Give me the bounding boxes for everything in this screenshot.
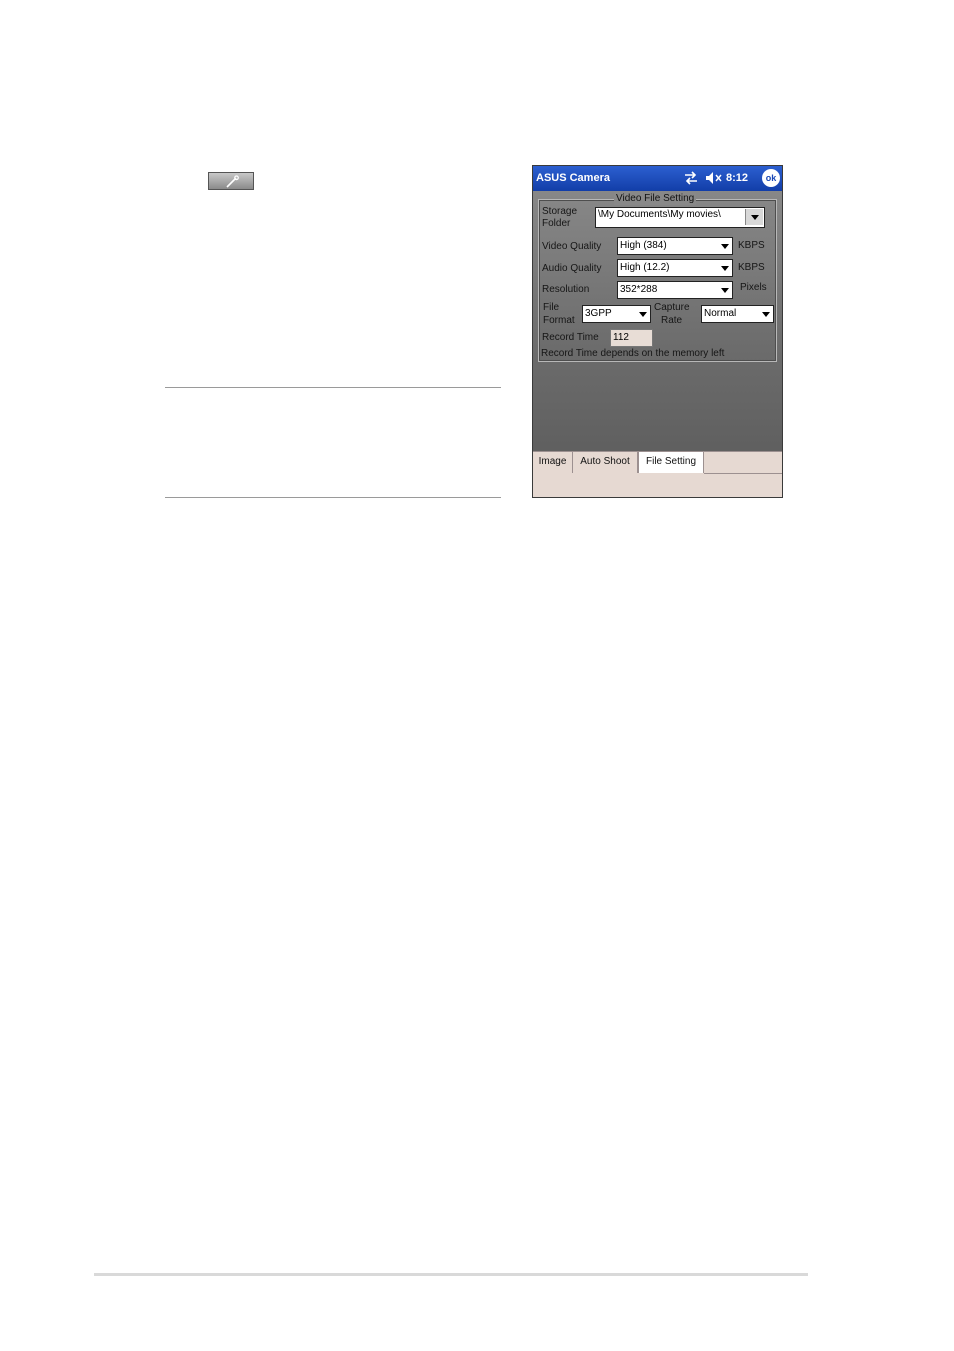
ok-button[interactable]: ok [762, 169, 780, 187]
capture-rate-label-line2: Rate [661, 315, 683, 326]
sync-icon[interactable] [683, 171, 699, 188]
chevron-down-icon [639, 312, 647, 317]
tab-bar: Image Auto Shoot File Setting [533, 451, 782, 497]
record-time-field: 112 [610, 329, 653, 347]
tab-auto-shoot[interactable]: Auto Shoot [573, 452, 638, 473]
tab-image[interactable]: Image [533, 452, 573, 473]
resolution-unit: Pixels [740, 282, 767, 293]
tab-baseline [704, 473, 782, 474]
chevron-down-icon [721, 244, 729, 249]
capture-rate-label-line1: Capture [654, 302, 690, 313]
video-quality-unit: KBPS [738, 240, 765, 251]
storage-folder-value: \My Documents\My movies\ [598, 209, 721, 220]
pocket-pc-screen: ASUS Camera 8:12 ok Video File Setting S… [532, 165, 783, 498]
resolution-value: 352*288 [620, 284, 658, 295]
file-format-label-line2: Format [543, 315, 575, 326]
chevron-down-icon [721, 288, 729, 293]
audio-quality-label: Audio Quality [542, 263, 602, 274]
file-format-select[interactable]: 3GPP [582, 305, 651, 323]
video-quality-value: High (384) [620, 240, 667, 251]
section-rule-top [165, 387, 501, 388]
storage-folder-dropdown-button[interactable] [745, 209, 763, 225]
file-format-label-line1: File [543, 302, 560, 313]
video-quality-select[interactable]: High (384) [617, 237, 733, 255]
storage-folder-select[interactable]: \My Documents\My movies\ [595, 207, 765, 228]
title-bar: ASUS Camera 8:12 ok [533, 166, 782, 191]
audio-quality-value: High (12.2) [620, 262, 670, 273]
section-rule-bottom [165, 497, 501, 498]
video-quality-label: Video Quality [542, 241, 602, 252]
wrench-icon [226, 175, 239, 188]
speaker-muted-icon[interactable] [705, 171, 723, 188]
resolution-label: Resolution [542, 284, 590, 295]
audio-quality-select[interactable]: High (12.2) [617, 259, 733, 277]
file-format-value: 3GPP [585, 308, 612, 319]
record-time-note: Record Time depends on the memory left [541, 348, 725, 359]
chevron-down-icon [762, 312, 770, 317]
record-time-label: Record Time [542, 332, 599, 343]
tab-file-setting[interactable]: File Setting [638, 452, 704, 473]
capture-rate-value: Normal [704, 308, 737, 319]
page-footer-rule [94, 1273, 808, 1276]
app-title: ASUS Camera [536, 172, 610, 184]
storage-label-line1: Storage [542, 206, 578, 217]
chevron-down-icon [751, 215, 759, 220]
storage-label-line2: Folder [542, 218, 571, 229]
settings-tool-button[interactable] [208, 172, 254, 190]
clock[interactable]: 8:12 [726, 172, 748, 184]
audio-quality-unit: KBPS [738, 262, 765, 273]
group-title: Video File Setting [614, 192, 697, 205]
capture-rate-select[interactable]: Normal [701, 305, 774, 323]
chevron-down-icon [721, 266, 729, 271]
resolution-select[interactable]: 352*288 [617, 281, 733, 299]
